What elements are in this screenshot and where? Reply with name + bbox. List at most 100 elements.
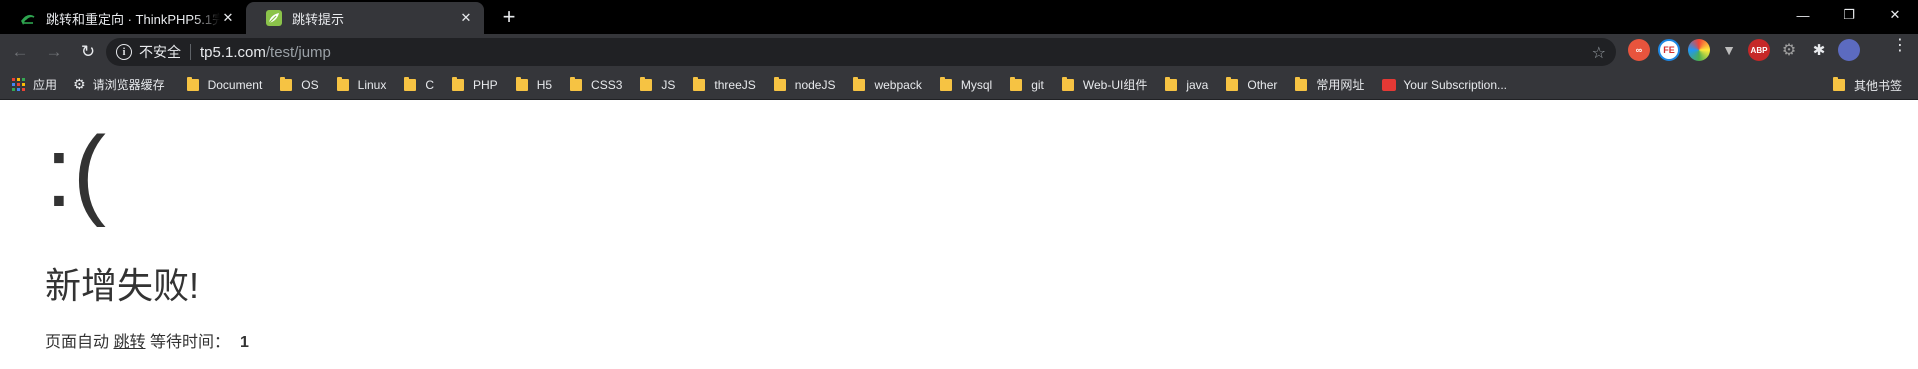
- bookmark-label: CSS3: [591, 77, 623, 92]
- bookmark-label: Other: [1247, 77, 1278, 92]
- wait-seconds: 1: [239, 334, 249, 351]
- leaf-icon: [266, 10, 282, 26]
- new-tab-button[interactable]: +: [497, 5, 521, 29]
- bookmark-folder[interactable]: threeJS: [687, 73, 761, 97]
- bookmark-folder[interactable]: webpack: [847, 73, 927, 97]
- reload-button[interactable]: ↻: [74, 38, 102, 66]
- bookmark-folder[interactable]: PHP: [446, 73, 504, 97]
- bookmark-label: 应用: [33, 78, 58, 92]
- address-bar[interactable]: i 不安全 tp5.1.com/test/jump ☆: [106, 38, 1616, 66]
- folder-icon: [1226, 76, 1239, 91]
- folder-icon: [773, 76, 786, 91]
- url-path: /test/jump: [265, 43, 331, 61]
- folder-icon: [1295, 76, 1308, 91]
- bookmark-label: C: [425, 77, 434, 92]
- bookmark-folder[interactable]: Linux: [331, 73, 393, 97]
- minimize-icon[interactable]: —: [1780, 0, 1826, 30]
- folder-icon: [404, 76, 417, 91]
- youtube-icon: [1382, 78, 1397, 91]
- apps-grid-icon: [12, 78, 25, 91]
- wait-label: 等待时间：: [149, 334, 230, 351]
- folder-icon: [452, 76, 464, 91]
- window-controls: — ❐ ✕: [1780, 0, 1918, 30]
- thinkphp-icon: [20, 10, 36, 26]
- extensions-area: ∞ FE ▼ ABP ⚙ ✱: [1628, 39, 1860, 61]
- bookmark-label: 其他书签: [1853, 78, 1902, 93]
- bookmark-folder[interactable]: git: [1004, 73, 1050, 97]
- folder-icon: [939, 76, 952, 91]
- ext-fe-icon[interactable]: FE: [1658, 39, 1680, 61]
- profile-avatar[interactable]: [1838, 39, 1860, 61]
- folder-icon: [1165, 76, 1178, 91]
- forward-button[interactable]: →: [40, 38, 68, 66]
- tab-title: 跳转和重定向 · ThinkPHP5.1完全: [46, 11, 220, 27]
- bookmark-label: Mysql: [960, 77, 993, 92]
- folder-icon: [336, 76, 349, 91]
- bookmark-label: H5: [536, 77, 553, 92]
- sad-face: :(: [45, 116, 107, 228]
- menu-icon[interactable]: ⋮: [1892, 38, 1908, 54]
- bookmark-folder[interactable]: Document: [181, 73, 269, 97]
- bookmark-label: threeJS: [714, 77, 756, 92]
- bookmark-label: JS: [661, 77, 676, 92]
- tab-strip: 跳转和重定向 · ThinkPHP5.1完全 ✕ 跳转提示 ✕ + — ❐ ✕: [0, 0, 1918, 34]
- tab-title: 跳转提示: [292, 11, 345, 27]
- security-label[interactable]: 不安全: [139, 42, 181, 62]
- bookmark-star-icon[interactable]: ☆: [1592, 43, 1606, 63]
- bookmark-folder[interactable]: OS: [274, 73, 324, 97]
- gear-icon: ⚙: [73, 76, 86, 92]
- bookmark-folder[interactable]: nodeJS: [768, 73, 842, 97]
- bookmark-folder[interactable]: java: [1159, 73, 1214, 97]
- folder-icon: [693, 76, 706, 91]
- divider: [190, 44, 191, 60]
- info-icon[interactable]: i: [116, 44, 132, 60]
- bookmark-folder[interactable]: 常用网址: [1289, 73, 1370, 97]
- bookmark-settings[interactable]: ⚙ 请浏览器缓存: [67, 73, 171, 97]
- ext-puzzle-icon[interactable]: ✱: [1808, 39, 1830, 61]
- jump-notice: 页面自动 跳转 等待时间： 1: [45, 332, 249, 354]
- bookmark-folder[interactable]: H5: [510, 73, 558, 97]
- folder-icon: [570, 76, 583, 91]
- browser-toolbar: ← → ↻ i 不安全 tp5.1.com/test/jump ☆ ∞ FE ▼…: [0, 34, 1918, 70]
- ext-v-icon[interactable]: ▼: [1718, 39, 1740, 61]
- ext-abp-icon[interactable]: ABP: [1748, 39, 1770, 61]
- folder-icon: [280, 76, 293, 91]
- back-button[interactable]: ←: [6, 38, 34, 66]
- tab-close-icon[interactable]: ✕: [458, 10, 474, 26]
- restore-icon[interactable]: ❐: [1826, 0, 1872, 30]
- folder-icon: [853, 76, 866, 91]
- bookmark-folder[interactable]: Web-UI组件: [1056, 73, 1153, 97]
- folder-icon: [515, 76, 528, 91]
- tab-close-icon[interactable]: ✕: [220, 10, 236, 26]
- bookmark-apps[interactable]: 应用: [6, 73, 63, 97]
- ext-gear-icon[interactable]: ⚙: [1778, 39, 1800, 61]
- bookmark-label: Web-UI组件: [1082, 78, 1148, 92]
- bookmark-folder[interactable]: Other: [1220, 73, 1283, 97]
- close-window-icon[interactable]: ✕: [1872, 0, 1918, 30]
- tab-jump-notice[interactable]: 跳转提示 ✕: [246, 2, 484, 34]
- bookmark-label: OS: [301, 77, 319, 92]
- folder-icon: [1061, 76, 1074, 91]
- bookmark-label: java: [1186, 77, 1209, 92]
- url-host: tp5.1.com: [200, 43, 266, 61]
- folder-icon: [640, 76, 653, 91]
- bookmark-label: Linux: [357, 77, 387, 92]
- bookmark-label: nodeJS: [794, 77, 836, 92]
- error-message: 新增失败!: [45, 265, 200, 306]
- bookmark-folder[interactable]: Mysql: [934, 73, 998, 97]
- bookmark-folder[interactable]: CSS3: [564, 73, 628, 97]
- bookmark-label: webpack: [874, 77, 922, 92]
- bookmark-youtube[interactable]: Your Subscription...: [1376, 73, 1513, 97]
- ext-color-icon[interactable]: [1688, 39, 1710, 61]
- bookmark-other[interactable]: 其他书签: [1827, 73, 1908, 97]
- bookmark-label: Document: [207, 77, 263, 92]
- ext-infinity-icon[interactable]: ∞: [1628, 39, 1650, 61]
- bookmark-label: PHP: [473, 77, 498, 92]
- folder-icon: [1010, 76, 1023, 91]
- bookmark-folder[interactable]: JS: [634, 73, 681, 97]
- bookmark-label: Your Subscription...: [1403, 77, 1508, 92]
- jump-link[interactable]: 跳转: [113, 334, 145, 351]
- tab-thinkphp-docs[interactable]: 跳转和重定向 · ThinkPHP5.1完全 ✕: [0, 2, 246, 34]
- bookmark-folder[interactable]: C: [398, 73, 440, 97]
- folder-icon: [1832, 77, 1845, 91]
